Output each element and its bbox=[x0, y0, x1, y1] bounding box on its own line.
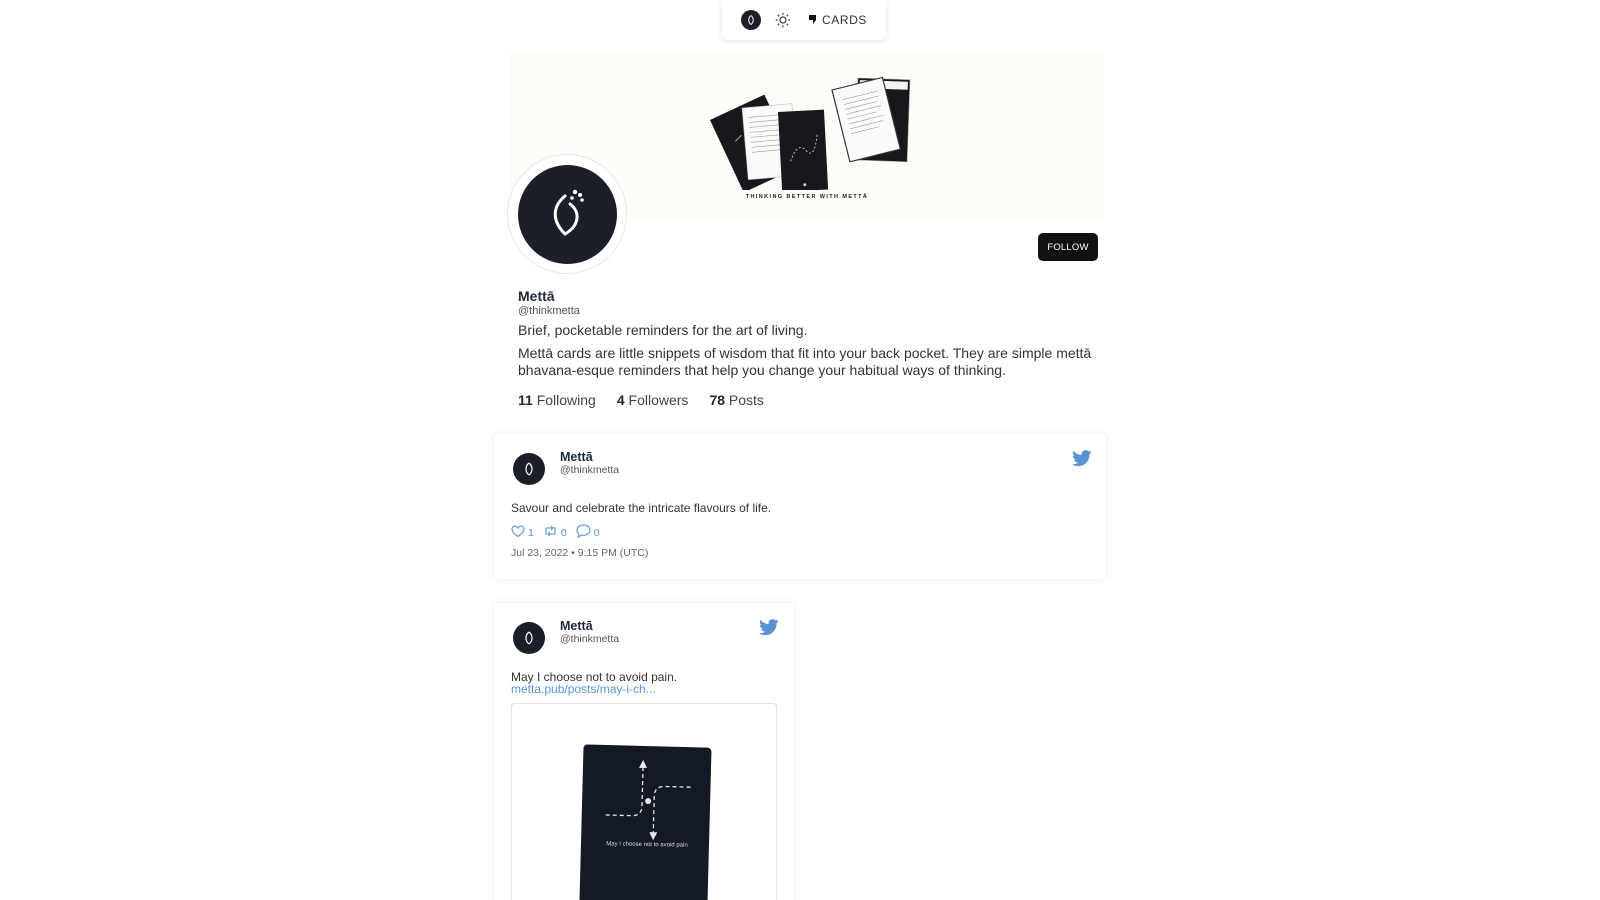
following-stat[interactable]: 11 Following bbox=[518, 392, 596, 408]
profile-tagline: Brief, pocketable reminders for the art … bbox=[518, 322, 808, 338]
heart-icon bbox=[511, 524, 525, 541]
sun-icon[interactable] bbox=[773, 10, 793, 30]
avatar[interactable] bbox=[507, 154, 627, 274]
followers-stat[interactable]: 4 Followers bbox=[617, 392, 689, 408]
tweet-author-name[interactable]: Mettā bbox=[560, 450, 593, 464]
metta-logo-icon[interactable] bbox=[741, 10, 761, 30]
cards-nav-link[interactable]: CARDS bbox=[808, 11, 867, 29]
metta-logo-icon bbox=[517, 164, 617, 264]
posts-count: 78 bbox=[709, 392, 726, 408]
tweet-date[interactable]: Jul 23, 2022 • 9:15 PM (UTC) bbox=[511, 547, 648, 559]
reply-action[interactable]: 0 bbox=[576, 524, 600, 541]
follow-button[interactable]: FOLLOW bbox=[1038, 233, 1098, 261]
profile-handle: @thinkmetta bbox=[518, 305, 580, 317]
tweet-card: Mettā @thinkmetta Savour and celebrate t… bbox=[494, 434, 1106, 579]
profile-name: Mettā bbox=[518, 288, 555, 304]
card-image bbox=[578, 744, 712, 900]
tweet-author-handle: @thinkmetta bbox=[560, 633, 620, 645]
tweet-link[interactable]: metta.pub/posts/may-i-ch... bbox=[511, 682, 656, 696]
top-nav: CARDS bbox=[722, 0, 886, 40]
retweet-icon bbox=[543, 525, 558, 540]
speech-bubble-icon bbox=[576, 524, 591, 541]
tweet-text: Savour and celebrate the intricate flavo… bbox=[511, 501, 772, 515]
following-label: Following bbox=[536, 392, 596, 408]
followers-label: Followers bbox=[628, 392, 689, 408]
profile-stats: 11 Following 4 Followers 78 Posts bbox=[518, 392, 764, 408]
card-stack-icon bbox=[808, 11, 819, 30]
tweet-avatar[interactable] bbox=[513, 622, 545, 654]
tweet-actions: 1 0 0 bbox=[511, 524, 600, 541]
tweet-avatar[interactable] bbox=[513, 453, 545, 485]
like-count: 1 bbox=[528, 526, 534, 539]
retweet-count: 0 bbox=[560, 526, 567, 539]
profile-bio: Mettā cards are little snippets of wisdo… bbox=[518, 345, 1092, 378]
tweet-author-name[interactable]: Mettā bbox=[560, 619, 593, 633]
reply-count: 0 bbox=[593, 526, 600, 539]
twitter-bird-icon[interactable] bbox=[759, 619, 779, 636]
twitter-bird-icon[interactable] bbox=[1072, 450, 1092, 467]
posts-label: Posts bbox=[728, 392, 764, 408]
following-count: 11 bbox=[518, 392, 533, 408]
tweet-card: Mettā @thinkmetta May I choose not to av… bbox=[494, 603, 794, 900]
cards-nav-label: CARDS bbox=[822, 13, 868, 27]
posts-stat[interactable]: 78 Posts bbox=[709, 392, 763, 408]
tweet-media-image[interactable]: May I choose not to avoid pain bbox=[511, 703, 777, 900]
like-action[interactable]: 1 bbox=[511, 524, 534, 541]
retweet-action[interactable]: 0 bbox=[543, 525, 567, 540]
followers-count: 4 bbox=[616, 392, 625, 408]
tweet-author-handle: @thinkmetta bbox=[560, 464, 620, 476]
